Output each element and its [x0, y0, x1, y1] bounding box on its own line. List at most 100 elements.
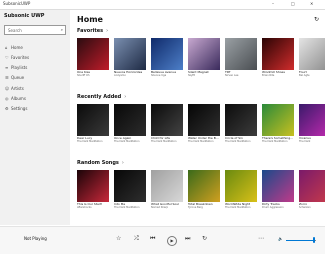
album-artist: Sheriff Oh	[77, 74, 90, 77]
sidebar-item-label: Albums	[11, 96, 26, 101]
sidebar-item-settings[interactable]: ⚙ Settings	[5, 106, 27, 111]
album-artist: The Dark	[299, 140, 311, 143]
section-title: Favorites	[77, 28, 104, 34]
album-art[interactable]	[114, 170, 146, 202]
album-tile[interactable]: Zorro Scherzan	[299, 170, 325, 209]
album-art[interactable]	[262, 104, 294, 136]
favorites-row: One Kiss Sheriff Oh Nuevos Horizontes Andya…	[77, 38, 325, 78]
album-tile[interactable]: Once Again The Dark Meditation	[114, 104, 146, 143]
sidebar-item-label: Favorites	[11, 55, 30, 60]
now-playing-label: Not Playing	[24, 236, 47, 241]
album-art[interactable]	[299, 104, 325, 136]
album-artist: Scherzan	[299, 206, 311, 209]
album-art[interactable]	[151, 104, 183, 136]
album-tile[interactable]: Into Me The Dark Meditation	[114, 170, 146, 209]
search-input[interactable]: Search ⌕	[4, 25, 66, 35]
album-tile[interactable]: There's Something... The Dark Meditation	[262, 104, 294, 143]
volume-icon[interactable]: 🔈	[278, 236, 283, 241]
album-artist: The Dark Meditation	[77, 140, 103, 143]
album-artist: Bel Agte	[299, 74, 310, 77]
recently-added-row: Dear Lucy The Dark Meditation Once Again Th…	[77, 104, 325, 144]
album-art[interactable]	[188, 38, 220, 70]
close-button[interactable]: ✕	[310, 1, 313, 6]
album-art[interactable]	[225, 104, 257, 136]
album-tile[interactable]: Vicarius The Dark	[299, 104, 325, 143]
album-artist: Drum Aggression	[262, 206, 284, 209]
sidebar-item-albums[interactable]: ◎ Albums	[5, 96, 26, 101]
section-title: Random Songs	[77, 160, 119, 166]
album-tile[interactable]: Silent Magnet Skyfit	[188, 38, 220, 77]
album-art[interactable]	[114, 38, 146, 70]
album-art[interactable]	[151, 170, 183, 202]
volume-slider-thumb[interactable]	[313, 237, 315, 243]
chevron-right-icon: ›	[124, 94, 127, 100]
repeat-icon[interactable]: ↻	[202, 235, 207, 242]
page-title: Home	[77, 15, 103, 24]
volume-slider[interactable]	[286, 240, 316, 241]
album-art[interactable]	[114, 104, 146, 136]
sidebar-item-home[interactable]: ⌂ Home	[5, 45, 23, 50]
album-tile[interactable]: WorldWide Night The Dark Meditation	[225, 170, 257, 209]
album-artist: Brian Rite	[262, 74, 275, 77]
album-tile[interactable]: Bellevue Avenue Shenne Uga	[151, 38, 183, 77]
volume-slider-fill	[286, 240, 314, 241]
album-artist: The Dark Meditation	[188, 140, 214, 143]
album-art[interactable]	[299, 38, 325, 70]
window-title: SubsonicUWP	[3, 1, 31, 6]
album-tile[interactable]: One Kiss Sheriff Oh	[77, 38, 109, 77]
album-tile[interactable]: Dear Lucy The Dark Meditation	[77, 104, 109, 143]
album-artist: The Dark Meditation	[114, 206, 140, 209]
sidebar-item-favorites[interactable]: ♡ Favorites	[5, 55, 29, 60]
album-artist: The Dark Meditation	[225, 206, 251, 209]
album-art[interactable]	[188, 104, 220, 136]
album-tile[interactable]: Child for Life The Dark Meditation	[151, 104, 183, 143]
album-art[interactable]	[262, 38, 294, 70]
album-artist: Nomad Sharp	[151, 206, 169, 209]
album-tile[interactable]: What Goodful Soul Nomad Sharp	[151, 170, 183, 209]
album-art[interactable]	[225, 170, 257, 202]
album-tile[interactable]: Dirty Tracks Drum Aggression	[262, 170, 294, 209]
play-button[interactable]: ▶	[167, 236, 177, 246]
more-options-icon[interactable]: ⋯	[258, 235, 264, 242]
sidebar-item-label: Settings	[11, 106, 28, 111]
chevron-right-icon: ›	[106, 28, 109, 34]
section-random-songs-header[interactable]: Random Songs ›	[77, 160, 124, 166]
album-tile[interactable]: Fourt Bel Agte	[299, 38, 325, 77]
album-tile[interactable]: Total Breakdown Tyrone Berg	[188, 170, 220, 209]
sidebar-item-label: Artists	[11, 86, 24, 91]
sidebar-item-playlists[interactable]: ≡ Playlists	[5, 65, 27, 70]
album-tile[interactable]: Water Under the B... The Dark Meditation	[188, 104, 220, 143]
search-icon[interactable]: ⌕	[61, 27, 63, 32]
shuffle-icon[interactable]: ⤮	[134, 235, 139, 243]
album-tile[interactable]: Circle of Sin The Dark Meditation	[225, 104, 257, 143]
sidebar-item-queue[interactable]: ☰ Queue	[5, 75, 24, 80]
maximize-button[interactable]: □	[291, 1, 295, 6]
album-tile[interactable]: This Is Our Start! Aftershocks	[77, 170, 109, 209]
album-art[interactable]	[225, 38, 257, 70]
album-tile[interactable]: TRT Nirvan Lee	[225, 38, 257, 77]
album-art[interactable]	[262, 170, 294, 202]
sidebar-item-label: Queue	[11, 75, 25, 80]
album-artist: Nirvan Lee	[225, 74, 239, 77]
album-tile[interactable]: Windmill Shoes Brian Rite	[262, 38, 294, 77]
previous-icon[interactable]: ⏮	[150, 235, 155, 243]
sidebar-item-artists[interactable]: ☺ Artists	[5, 86, 24, 91]
album-art[interactable]	[77, 104, 109, 136]
random-songs-row: This Is Our Start! Aftershocks Into Me The …	[77, 170, 325, 210]
album-artist: The Dark Meditation	[114, 140, 140, 143]
sidebar: Subsonic UWP Search ⌕ ⌂ Home ♡ Favorites ≡…	[0, 10, 70, 225]
next-icon[interactable]: ⏭	[185, 235, 190, 243]
album-art[interactable]	[299, 170, 325, 202]
refresh-icon[interactable]: ↻	[314, 16, 319, 23]
album-artist: Skyfit	[188, 74, 195, 77]
section-recently-added-header[interactable]: Recently Added ›	[77, 94, 126, 100]
album-art[interactable]	[77, 170, 109, 202]
album-artist: Tyrone Berg	[188, 206, 203, 209]
album-art[interactable]	[77, 38, 109, 70]
album-tile[interactable]: Nuevos Horizontes Andyamo	[114, 38, 146, 77]
album-art[interactable]	[188, 170, 220, 202]
section-favorites-header[interactable]: Favorites ›	[77, 28, 108, 34]
album-art[interactable]	[151, 38, 183, 70]
minimize-button[interactable]: –	[272, 1, 274, 6]
favorite-icon[interactable]: ☆	[116, 235, 121, 242]
